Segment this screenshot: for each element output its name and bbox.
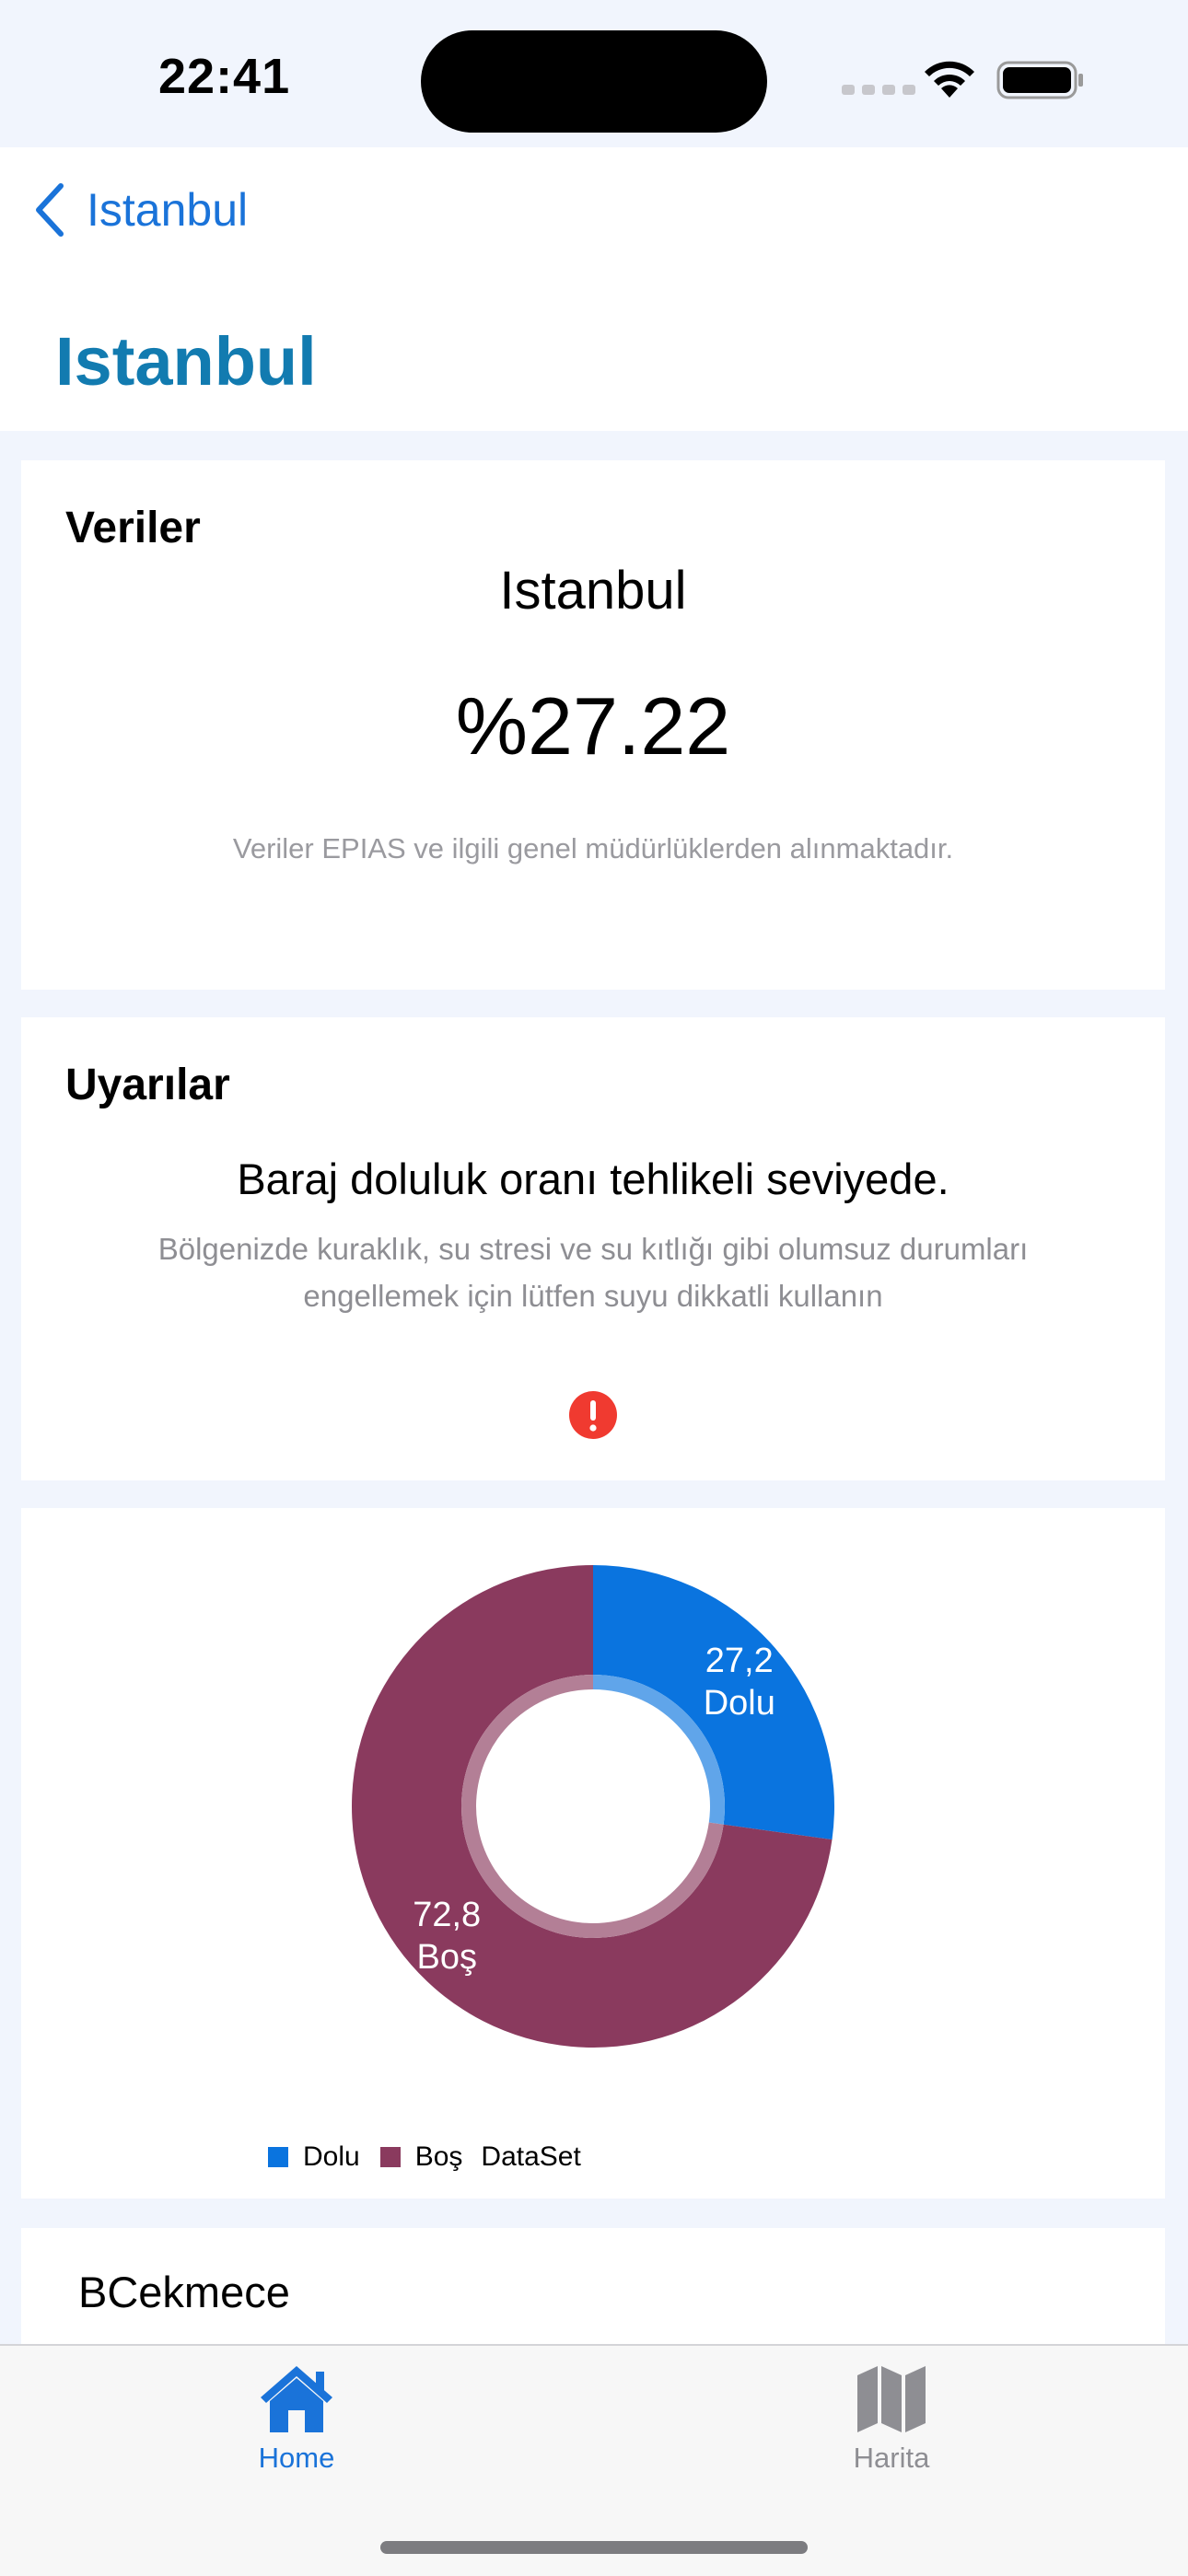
legend-swatch-bos	[379, 2147, 401, 2167]
slice-name-label-dolu: Dolu	[704, 1684, 775, 1723]
warning-body-line-1: Bölgenizde kuraklık, su stresi ve su kıt…	[157, 1232, 1029, 1266]
back-button[interactable]: Istanbul	[33, 182, 248, 238]
reservoir-list-card: BCekmece	[21, 2228, 1165, 2344]
veriler-title: Veriler	[65, 504, 201, 552]
slice-value-label-boş: 72,8	[413, 1896, 481, 1934]
status-bar: 22:41	[0, 0, 1188, 147]
tab-home[interactable]: Home	[186, 2362, 407, 2475]
source-note: Veriler EPIAS ve ilgili genel müdürlükle…	[232, 832, 954, 864]
warning-body-line-2: engellemek için lütfen suyu dikkatli kul…	[303, 1279, 883, 1313]
chevron-left-icon	[36, 183, 64, 237]
veriler-card: Veriler Istanbul %27.22 Veriler EPIAS ve…	[21, 460, 1165, 990]
slice-value-label-dolu: 27,2	[705, 1642, 774, 1680]
donut-chart: 27,2 Dolu 72,8 Boş	[352, 1565, 834, 2048]
legend-label-dolu: Dolu	[303, 2141, 360, 2172]
map-icon	[857, 2366, 926, 2432]
exclamation-circle-icon	[569, 1391, 617, 1439]
legend-dataset-label: DataSet	[481, 2141, 581, 2172]
list-item-bcekmece[interactable]: BCekmece	[78, 2267, 290, 2317]
uyarilar-card: Uyarılar Baraj doluluk oranı tehlikeli s…	[21, 1017, 1165, 1480]
wifi-icon	[925, 61, 974, 98]
dynamic-island	[421, 30, 767, 133]
legend-label-bos: Boş	[414, 2141, 463, 2172]
page-title: Istanbul	[55, 323, 317, 400]
warning-headline: Baraj doluluk oranı tehlikeli seviyede.	[237, 1155, 949, 1203]
navigation-bar: Istanbul Istanbul	[0, 147, 1188, 431]
battery-icon	[996, 61, 1083, 99]
tab-harita-label: Harita	[853, 2442, 930, 2474]
city-name: Istanbul	[499, 561, 687, 621]
legend-swatch-dolu	[268, 2147, 288, 2167]
back-button-label: Istanbul	[87, 184, 249, 236]
cellular-signal-icon	[842, 83, 923, 99]
fill-percentage: %27.22	[455, 680, 731, 772]
slice-name-label-boş: Boş	[416, 1938, 476, 1977]
uyarilar-title: Uyarılar	[65, 1061, 230, 1109]
house-icon	[261, 2366, 332, 2432]
chart-legend: Dolu Boş DataSet	[268, 2141, 581, 2173]
tab-home-label: Home	[258, 2442, 335, 2474]
home-indicator	[380, 2541, 808, 2554]
tab-harita[interactable]: Harita	[781, 2362, 1002, 2475]
status-time: 22:41	[158, 49, 291, 104]
chart-card: 27,2 Dolu 72,8 Boş Dolu Boş DataSet	[21, 1508, 1165, 2199]
